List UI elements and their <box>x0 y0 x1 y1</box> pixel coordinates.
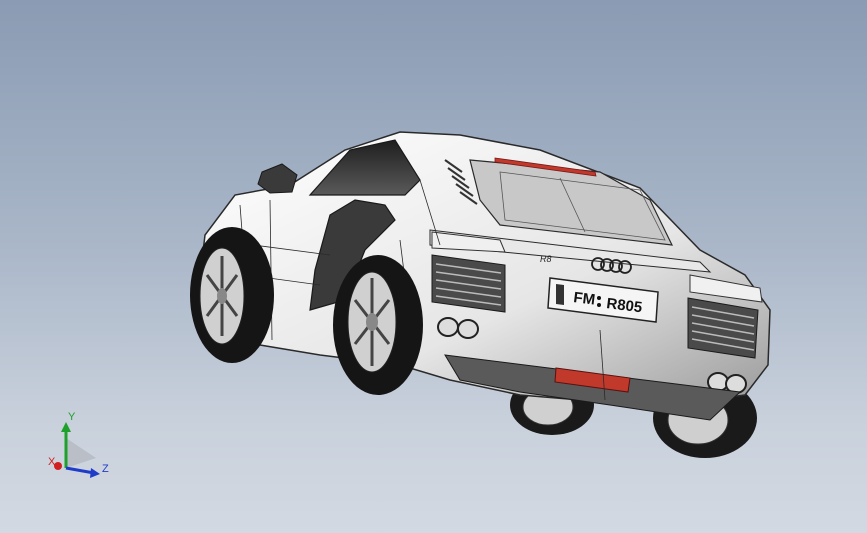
front-left-wheel <box>190 227 274 363</box>
plate-left-text: FM <box>573 289 597 309</box>
coordinate-triad: Y Z X <box>48 411 109 478</box>
z-axis <box>65 466 95 475</box>
x-axis-label: X <box>48 456 56 468</box>
z-axis-label: Z <box>102 463 109 475</box>
left-rear-grille <box>431 254 506 313</box>
r8-badge: R8 <box>540 254 552 264</box>
rear-left-wheel <box>333 255 423 395</box>
side-mirror <box>257 163 298 194</box>
triad-xy-plane <box>66 438 96 468</box>
car-3d-model[interactable]: R8 FM R805 <box>0 0 867 533</box>
graphics-viewport[interactable]: R8 FM R805 Y Z X <box>0 0 867 533</box>
y-axis-label: Y <box>68 411 76 423</box>
